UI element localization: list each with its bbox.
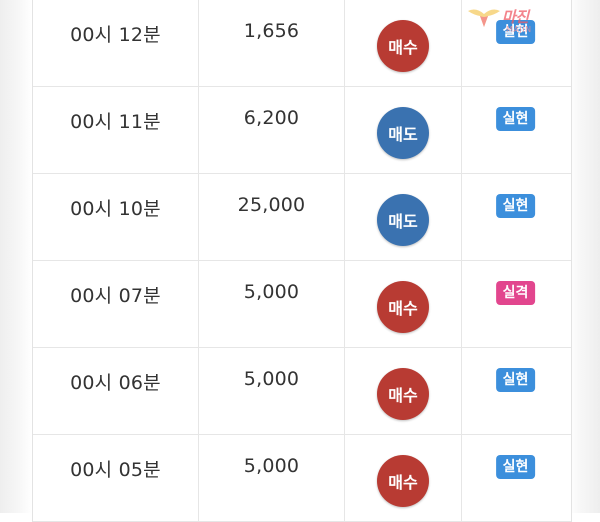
trade-time: 00시 05분 xyxy=(70,459,161,481)
trade-time: 00시 10분 xyxy=(70,198,161,220)
site-watermark: 마진 MAJIN xyxy=(466,4,594,38)
buy-badge[interactable]: 매수 xyxy=(377,281,429,333)
table-row: 00시 10분 25,000 매도 실현 xyxy=(33,174,571,261)
quantity-cell: 1,656 xyxy=(199,0,345,86)
buy-badge[interactable]: 매수 xyxy=(377,455,429,507)
trade-history-table: 00시 12분 1,656 매수 실현 00시 11분 6,200 매도 실현 … xyxy=(32,0,572,522)
sell-badge[interactable]: 매도 xyxy=(377,107,429,159)
result-cell: 실현 xyxy=(462,435,569,521)
table-row: 00시 06분 5,000 매수 실현 xyxy=(33,348,571,435)
winged-shield-icon xyxy=(468,9,500,27)
trade-time: 00시 06분 xyxy=(70,372,161,394)
table-row: 00시 05분 5,000 매수 실현 xyxy=(33,435,571,522)
quantity-cell: 6,200 xyxy=(199,87,345,173)
time-cell: 00시 11분 xyxy=(33,87,199,173)
trade-quantity: 25,000 xyxy=(237,194,306,216)
result-cell: 실현 xyxy=(462,348,569,434)
buy-badge[interactable]: 매수 xyxy=(377,368,429,420)
result-badge: 실현 xyxy=(495,455,536,479)
result-cell: 실현 xyxy=(462,87,569,173)
time-cell: 00시 06분 xyxy=(33,348,199,434)
sell-badge[interactable]: 매도 xyxy=(377,194,429,246)
result-badge: 실현 xyxy=(495,194,536,218)
left-page-margin xyxy=(0,0,32,513)
table-row: 00시 11분 6,200 매도 실현 xyxy=(33,87,571,174)
trade-quantity: 6,200 xyxy=(243,107,300,129)
time-cell: 00시 10분 xyxy=(33,174,199,260)
table-row: 00시 07분 5,000 매수 실격 xyxy=(33,261,571,348)
trade-quantity: 1,656 xyxy=(243,20,300,42)
watermark-subtext: MAJIN xyxy=(506,25,532,34)
trade-time: 00시 07분 xyxy=(70,285,161,307)
type-cell: 매수 xyxy=(345,0,462,86)
time-cell: 00시 05분 xyxy=(33,435,199,521)
trade-quantity: 5,000 xyxy=(243,281,300,303)
buy-badge[interactable]: 매수 xyxy=(377,20,429,72)
result-cell: 실현 xyxy=(462,174,569,260)
result-badge: 실현 xyxy=(495,107,536,131)
type-cell: 매도 xyxy=(345,87,462,173)
quantity-cell: 5,000 xyxy=(199,261,345,347)
type-cell: 매수 xyxy=(345,435,462,521)
type-cell: 매도 xyxy=(345,174,462,260)
trade-time: 00시 11분 xyxy=(70,111,161,133)
watermark-text: 마진 xyxy=(502,8,529,26)
time-cell: 00시 12분 xyxy=(33,0,199,86)
type-cell: 매수 xyxy=(345,348,462,434)
trade-time: 00시 12분 xyxy=(70,24,161,46)
trade-quantity: 5,000 xyxy=(243,368,300,390)
quantity-cell: 5,000 xyxy=(199,348,345,434)
trade-history-page: 00시 12분 1,656 매수 실현 00시 11분 6,200 매도 실현 … xyxy=(0,0,600,522)
time-cell: 00시 07분 xyxy=(33,261,199,347)
result-badge: 실현 xyxy=(495,368,536,392)
type-cell: 매수 xyxy=(345,261,462,347)
quantity-cell: 5,000 xyxy=(199,435,345,521)
right-page-margin xyxy=(568,0,600,513)
result-badge: 실격 xyxy=(495,281,536,305)
result-cell: 실격 xyxy=(462,261,569,347)
trade-quantity: 5,000 xyxy=(243,455,300,477)
quantity-cell: 25,000 xyxy=(199,174,345,260)
